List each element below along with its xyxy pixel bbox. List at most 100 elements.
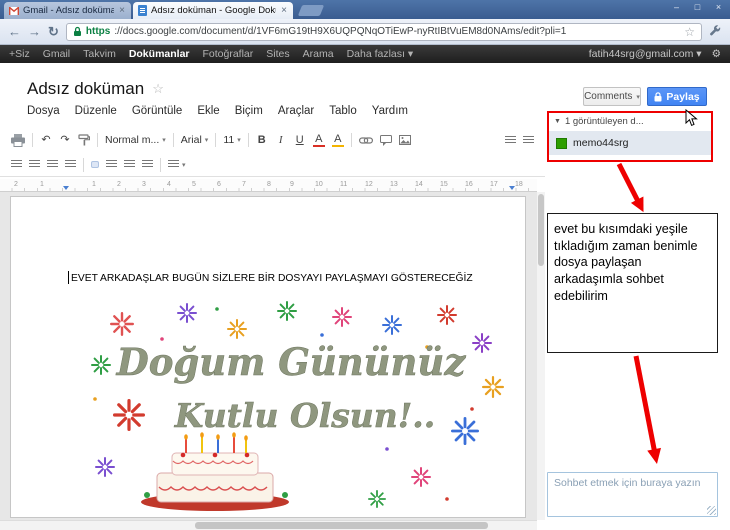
align-right-icon[interactable] — [124, 160, 135, 169]
right-margin-marker[interactable] — [509, 186, 515, 190]
gbar-item-more[interactable]: Daha fazlası ▾ — [347, 48, 414, 60]
chat-input[interactable] — [554, 477, 711, 512]
horizontal-scrollbar-thumb[interactable] — [195, 522, 488, 529]
bookmark-star-icon[interactable]: ☆ — [684, 25, 695, 39]
gmail-favicon-icon — [9, 6, 19, 15]
editor-area: EVET ARKADAŞLAR BUGÜN SİZLERE BİR DOSYAY… — [0, 192, 537, 520]
redo-icon[interactable]: ↷ — [59, 134, 71, 146]
favorite-star-icon[interactable]: ☆ — [152, 81, 164, 97]
toolbar-row-2: ▾ — [0, 153, 545, 176]
menu-format[interactable]: Biçim — [235, 105, 263, 117]
document-text[interactable]: EVET ARKADAŞLAR BUGÜN SİZLERE BİR DOSYAY… — [71, 273, 516, 284]
gbar-item-plus-you[interactable]: +Siz — [9, 48, 30, 60]
insert-comment-icon[interactable] — [379, 134, 392, 146]
docs-favicon-icon — [138, 5, 147, 16]
viewer-row[interactable]: memo44srg — [549, 131, 711, 155]
menu-file[interactable]: Dosya — [27, 105, 60, 117]
numbered-list-icon[interactable] — [505, 135, 516, 145]
address-bar[interactable]: https ://docs.google.com/document/d/1VF6… — [65, 22, 702, 41]
wrench-menu-icon[interactable] — [709, 25, 722, 38]
close-window-button[interactable]: × — [712, 2, 725, 13]
menu-edit[interactable]: Düzenle — [75, 105, 117, 117]
maximize-button[interactable]: □ — [691, 2, 704, 13]
reload-button[interactable]: ↻ — [48, 25, 59, 38]
tab-close-icon[interactable]: × — [280, 5, 288, 16]
bold-button[interactable]: B — [256, 134, 268, 146]
https-lock-icon[interactable] — [73, 26, 82, 37]
viewers-header[interactable]: ▼ 1 görüntüleyen d... — [549, 113, 711, 130]
browser-toolbar: ← → ↻ https ://docs.google.com/document/… — [0, 19, 730, 45]
align-left-button[interactable] — [91, 161, 99, 168]
horizontal-scrollbar — [0, 520, 537, 530]
align-justify-icon[interactable] — [142, 160, 153, 169]
url-scheme: https — [85, 26, 111, 37]
align-center-icon[interactable] — [106, 160, 117, 169]
gbar-item-gmail[interactable]: Gmail — [43, 48, 70, 60]
gbar-item-sites[interactable]: Sites — [266, 48, 289, 60]
paragraph-style-dropdown[interactable]: Normal m... ▾ — [105, 134, 166, 146]
print-icon[interactable] — [11, 133, 25, 147]
left-margin-marker[interactable] — [63, 186, 69, 190]
gear-icon[interactable]: ⚙ — [712, 48, 721, 60]
bullet-list-icon[interactable] — [523, 135, 534, 145]
document-title[interactable]: Adsız doküman — [27, 79, 144, 99]
new-tab-button[interactable] — [297, 5, 325, 16]
browser-window: Gmail - Adsız doküman (fatih4 × Adsız do… — [0, 0, 730, 530]
window-controls: – □ × — [670, 2, 725, 13]
annotation-arrow-1 — [616, 162, 644, 213]
highlight-color-button[interactable]: A — [331, 133, 344, 147]
minimize-button[interactable]: – — [670, 2, 683, 13]
url-text: ://docs.google.com/document/d/1VF6mG19tH… — [114, 26, 567, 37]
tab-gmail[interactable]: Gmail - Adsız doküman (fatih4 × — [4, 2, 131, 19]
document-page[interactable]: EVET ARKADAŞLAR BUGÜN SİZLERE BİR DOSYAY… — [10, 196, 526, 518]
line-spacing-dropdown[interactable]: ▾ — [168, 160, 186, 169]
gbar-item-calendar[interactable]: Takvim — [83, 48, 116, 60]
menu-bar: Dosya Düzenle Görüntüle Ekle Biçim Araçl… — [27, 105, 408, 117]
annotation-note: evet bu kısımdaki yeşile tıkladığım zama… — [547, 213, 718, 353]
toolbar-row-1: ↶ ↷ Normal m... ▾ Arial ▾ 11 ▾ B I U A A — [0, 127, 545, 153]
google-bar: +Siz Gmail Takvim Dokümanlar Fotoğraflar… — [0, 45, 730, 63]
birthday-image[interactable]: Doğum Gününüz Kutlu Olsun!.. — [77, 299, 509, 513]
tab-docs-active[interactable]: Adsız doküman - Google Dokü × — [133, 2, 293, 19]
underline-button[interactable]: U — [294, 134, 306, 146]
menu-help[interactable]: Yardım — [372, 105, 408, 117]
checklist-icon[interactable] — [29, 160, 40, 169]
ruler: 2 1 1 2 3 4 5 6 7 8 9 10 11 12 13 14 15 … — [0, 179, 537, 192]
viewer-name: memo44srg — [573, 137, 629, 149]
birthday-text-line2: Kutlu Olsun!.. — [174, 396, 436, 435]
undo-icon[interactable]: ↶ — [40, 134, 52, 146]
gbar-item-photos[interactable]: Fotoğraflar — [203, 48, 254, 60]
comments-button[interactable]: Comments ▾ — [583, 87, 641, 106]
text-color-button[interactable]: A — [312, 133, 325, 147]
share-button[interactable]: Paylaş — [647, 87, 707, 106]
insert-image-icon[interactable] — [398, 135, 411, 145]
menu-table[interactable]: Tablo — [329, 105, 357, 117]
back-button[interactable]: ← — [8, 25, 21, 38]
vertical-scrollbar — [537, 192, 545, 520]
insert-link-icon[interactable] — [358, 136, 373, 144]
forward-button[interactable]: → — [28, 25, 41, 38]
account-email[interactable]: fatih44srg@gmail.com ▾ — [589, 48, 702, 60]
annotation-arrow-2 — [633, 355, 661, 464]
vertical-scrollbar-thumb[interactable] — [538, 194, 544, 266]
italic-button[interactable]: I — [275, 134, 287, 146]
paint-format-icon[interactable] — [78, 134, 90, 146]
menu-insert[interactable]: Ekle — [197, 105, 219, 117]
gbar-item-documents[interactable]: Dokümanlar — [129, 48, 190, 60]
font-size-dropdown[interactable]: 11 ▾ — [223, 134, 240, 146]
tab-close-icon[interactable]: × — [118, 5, 126, 16]
viewer-presence-icon[interactable] — [556, 137, 567, 149]
gbar-item-search[interactable]: Arama — [303, 48, 334, 60]
indent-increase-icon[interactable] — [65, 160, 76, 169]
menu-tools[interactable]: Araçlar — [278, 105, 314, 117]
menu-view[interactable]: Görüntüle — [132, 105, 183, 117]
tab-title: Gmail - Adsız doküman (fatih4 — [23, 5, 115, 16]
indent-decrease-icon[interactable] — [47, 160, 58, 169]
font-dropdown[interactable]: Arial ▾ — [181, 134, 209, 146]
tab-title: Adsız doküman - Google Dokü — [151, 5, 277, 16]
birthday-text-line1: Doğum Gününüz — [116, 340, 467, 384]
chat-input-box[interactable] — [547, 472, 718, 517]
resize-grip-icon[interactable] — [707, 506, 716, 515]
list-style-icon[interactable] — [11, 160, 22, 169]
lock-icon — [654, 91, 662, 102]
